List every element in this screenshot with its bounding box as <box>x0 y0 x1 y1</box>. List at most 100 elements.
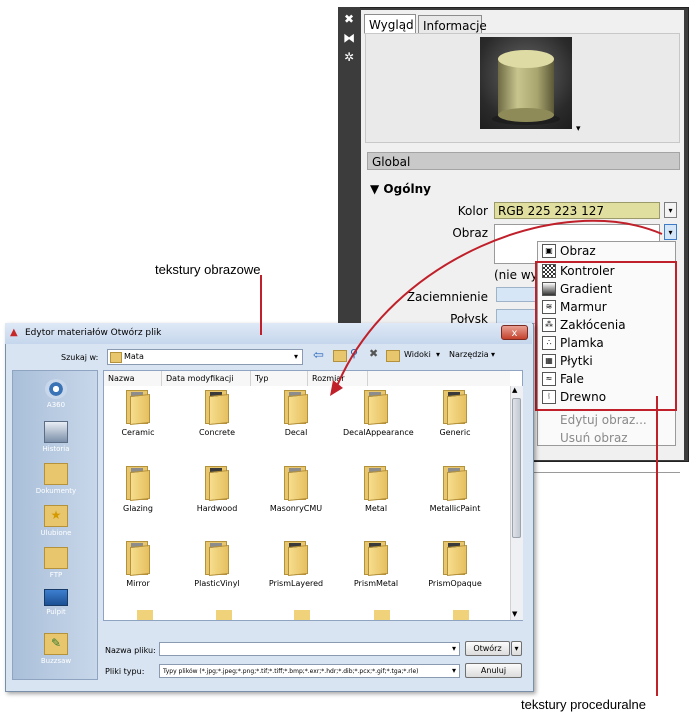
folder-name: MetallicPaint <box>429 504 481 513</box>
folder-item[interactable]: Mirror <box>105 541 171 588</box>
autodesk-logo-icon: ▲ <box>10 327 18 338</box>
filetype-select[interactable]: Typy plików (*.jpg;*.jpeg;*.png;*.tif;*.… <box>159 664 460 678</box>
collapse-arrow-icon: ▼ <box>370 182 380 196</box>
tools-button[interactable]: Narzędzia <box>449 350 489 359</box>
folder-item[interactable]: PlasticVinyl <box>184 541 250 588</box>
image-icon: ▣ <box>542 244 556 258</box>
folder-item[interactable]: Metal <box>343 466 409 513</box>
scroll-down-icon[interactable]: ▼ <box>512 610 517 618</box>
a360-icon <box>45 379 67 399</box>
folder-name: Decal <box>284 428 308 437</box>
folder-icon <box>364 541 388 577</box>
column-header-type[interactable]: Typ <box>251 371 308 386</box>
scroll-up-icon[interactable]: ▲ <box>512 386 517 394</box>
folder-item[interactable]: MetallicPaint <box>422 466 488 513</box>
folder-item[interactable]: Generic <box>422 390 488 437</box>
place-desktop[interactable]: Pulpit <box>25 589 87 616</box>
search-icon[interactable]: ⚲ <box>350 347 358 360</box>
folder-icon <box>364 390 388 426</box>
back-icon[interactable]: ⇦ <box>313 348 324 363</box>
new-folder-icon[interactable] <box>386 350 400 362</box>
ftp-icon <box>44 547 68 569</box>
folder-name: PrismOpaque <box>428 579 482 588</box>
folder-name: PrismMetal <box>353 579 399 588</box>
filename-label: Nazwa pliku: <box>105 646 156 655</box>
folder-name: DecalAppearance <box>343 428 414 437</box>
column-header-date[interactable]: Data modyfikacji <box>162 371 251 386</box>
folder-icon <box>205 390 229 426</box>
folder-name: Concrete <box>198 428 236 437</box>
scroll-thumb[interactable] <box>512 398 521 538</box>
close-icon[interactable]: ✖ <box>342 12 356 26</box>
folder-item[interactable]: DecalAppearance <box>343 390 414 437</box>
folder-item[interactable]: MasonryCMU <box>263 466 329 513</box>
close-button[interactable]: x <box>501 325 528 340</box>
filetype-dropdown-icon[interactable]: ▾ <box>452 666 456 675</box>
folder-name: Glazing <box>123 504 153 513</box>
desktop-icon <box>44 589 68 606</box>
open-options-button[interactable]: ▾ <box>511 641 522 656</box>
color-dropdown-button[interactable]: ▾ <box>664 202 677 218</box>
dropdown-item-edit-image: Edytuj obraz... <box>560 413 647 427</box>
folder-icon <box>205 466 229 502</box>
lookin-combo[interactable]: Mata <box>107 349 303 365</box>
section-title: Ogólny <box>383 182 431 196</box>
gloss-slider[interactable] <box>496 309 538 324</box>
filename-dropdown-icon[interactable]: ▾ <box>452 644 456 653</box>
folder-item[interactable]: Hardwood <box>184 466 250 513</box>
folder-item[interactable]: PrismOpaque <box>422 541 488 588</box>
preview-options-caret[interactable]: ▾ <box>576 124 581 134</box>
global-bar[interactable]: Global <box>367 152 680 170</box>
folder-icon <box>126 541 150 577</box>
annotation-procedural-textures: tekstury proceduralne <box>521 697 647 712</box>
dropdown-item-remove-image: Usuń obraz <box>560 431 628 445</box>
place-favorites[interactable]: ★ Ulubione <box>25 505 87 537</box>
place-ftp[interactable]: FTP <box>25 547 87 579</box>
folder-name: Hardwood <box>196 504 238 513</box>
chevron-down-icon: ▾ <box>294 352 299 361</box>
history-icon <box>44 421 68 443</box>
settings-icon[interactable]: ✲ <box>342 50 356 64</box>
folder-icon <box>443 466 467 502</box>
image-dropdown-button[interactable]: ▾ <box>664 224 677 240</box>
folder-icon <box>126 390 150 426</box>
cancel-button[interactable]: Anuluj <box>465 663 522 678</box>
color-field[interactable]: RGB 225 223 127 <box>494 202 660 219</box>
views-dropdown-icon[interactable]: ▾ <box>436 350 440 359</box>
folder-item[interactable]: PrismLayered <box>263 541 329 588</box>
place-a360[interactable]: A360 <box>25 379 87 409</box>
filename-input[interactable] <box>159 642 460 656</box>
shading-slider[interactable] <box>496 287 538 302</box>
place-documents[interactable]: Dokumenty <box>25 463 87 495</box>
dialog-title: Edytor materiałów Otwórz plik <box>25 328 162 338</box>
annotation-image-textures: tekstury obrazowe <box>155 262 261 277</box>
open-button[interactable]: Otwórz <box>465 641 510 656</box>
folder-item[interactable]: Ceramic <box>105 390 171 437</box>
up-folder-icon[interactable] <box>333 350 347 362</box>
folder-name: PlasticVinyl <box>194 579 240 588</box>
dropdown-item-image[interactable]: ▣ Obraz <box>540 243 673 260</box>
folder-icon <box>205 541 229 577</box>
folder-name: Mirror <box>126 579 150 588</box>
folder-item[interactable]: PrismMetal <box>343 541 409 588</box>
folder-item[interactable]: Glazing <box>105 466 171 513</box>
column-header-name[interactable]: Nazwa <box>104 371 162 386</box>
column-header-size[interactable]: Rozmiar <box>308 371 368 386</box>
tools-dropdown-icon[interactable]: ▾ <box>491 350 495 359</box>
delete-icon[interactable]: ✖ <box>369 347 378 360</box>
folder-item[interactable]: Decal <box>263 390 329 437</box>
pin-icon[interactable]: ⧓ <box>342 31 356 45</box>
tab-appearance[interactable]: Wygląd <box>364 14 416 34</box>
folder-name: Ceramic <box>121 428 155 437</box>
filetype-label: Pliki typu: <box>105 667 145 676</box>
views-button[interactable]: Widoki <box>404 350 431 359</box>
place-buzzsaw[interactable]: ✎ Buzzsaw <box>25 633 87 665</box>
places-bar: A360 Historia Dokumenty ★ Ulubione FTP P… <box>12 370 98 680</box>
tab-information[interactable]: Informacje <box>418 15 487 35</box>
place-history[interactable]: Historia <box>25 421 87 453</box>
cylinder-preview-icon <box>492 50 560 125</box>
folder-item[interactable]: Concrete <box>184 390 250 437</box>
folder-icon <box>284 541 308 577</box>
vertical-scrollbar[interactable]: ▲ ▼ <box>510 386 523 620</box>
section-general[interactable]: ▼ Ogólny <box>370 182 431 196</box>
